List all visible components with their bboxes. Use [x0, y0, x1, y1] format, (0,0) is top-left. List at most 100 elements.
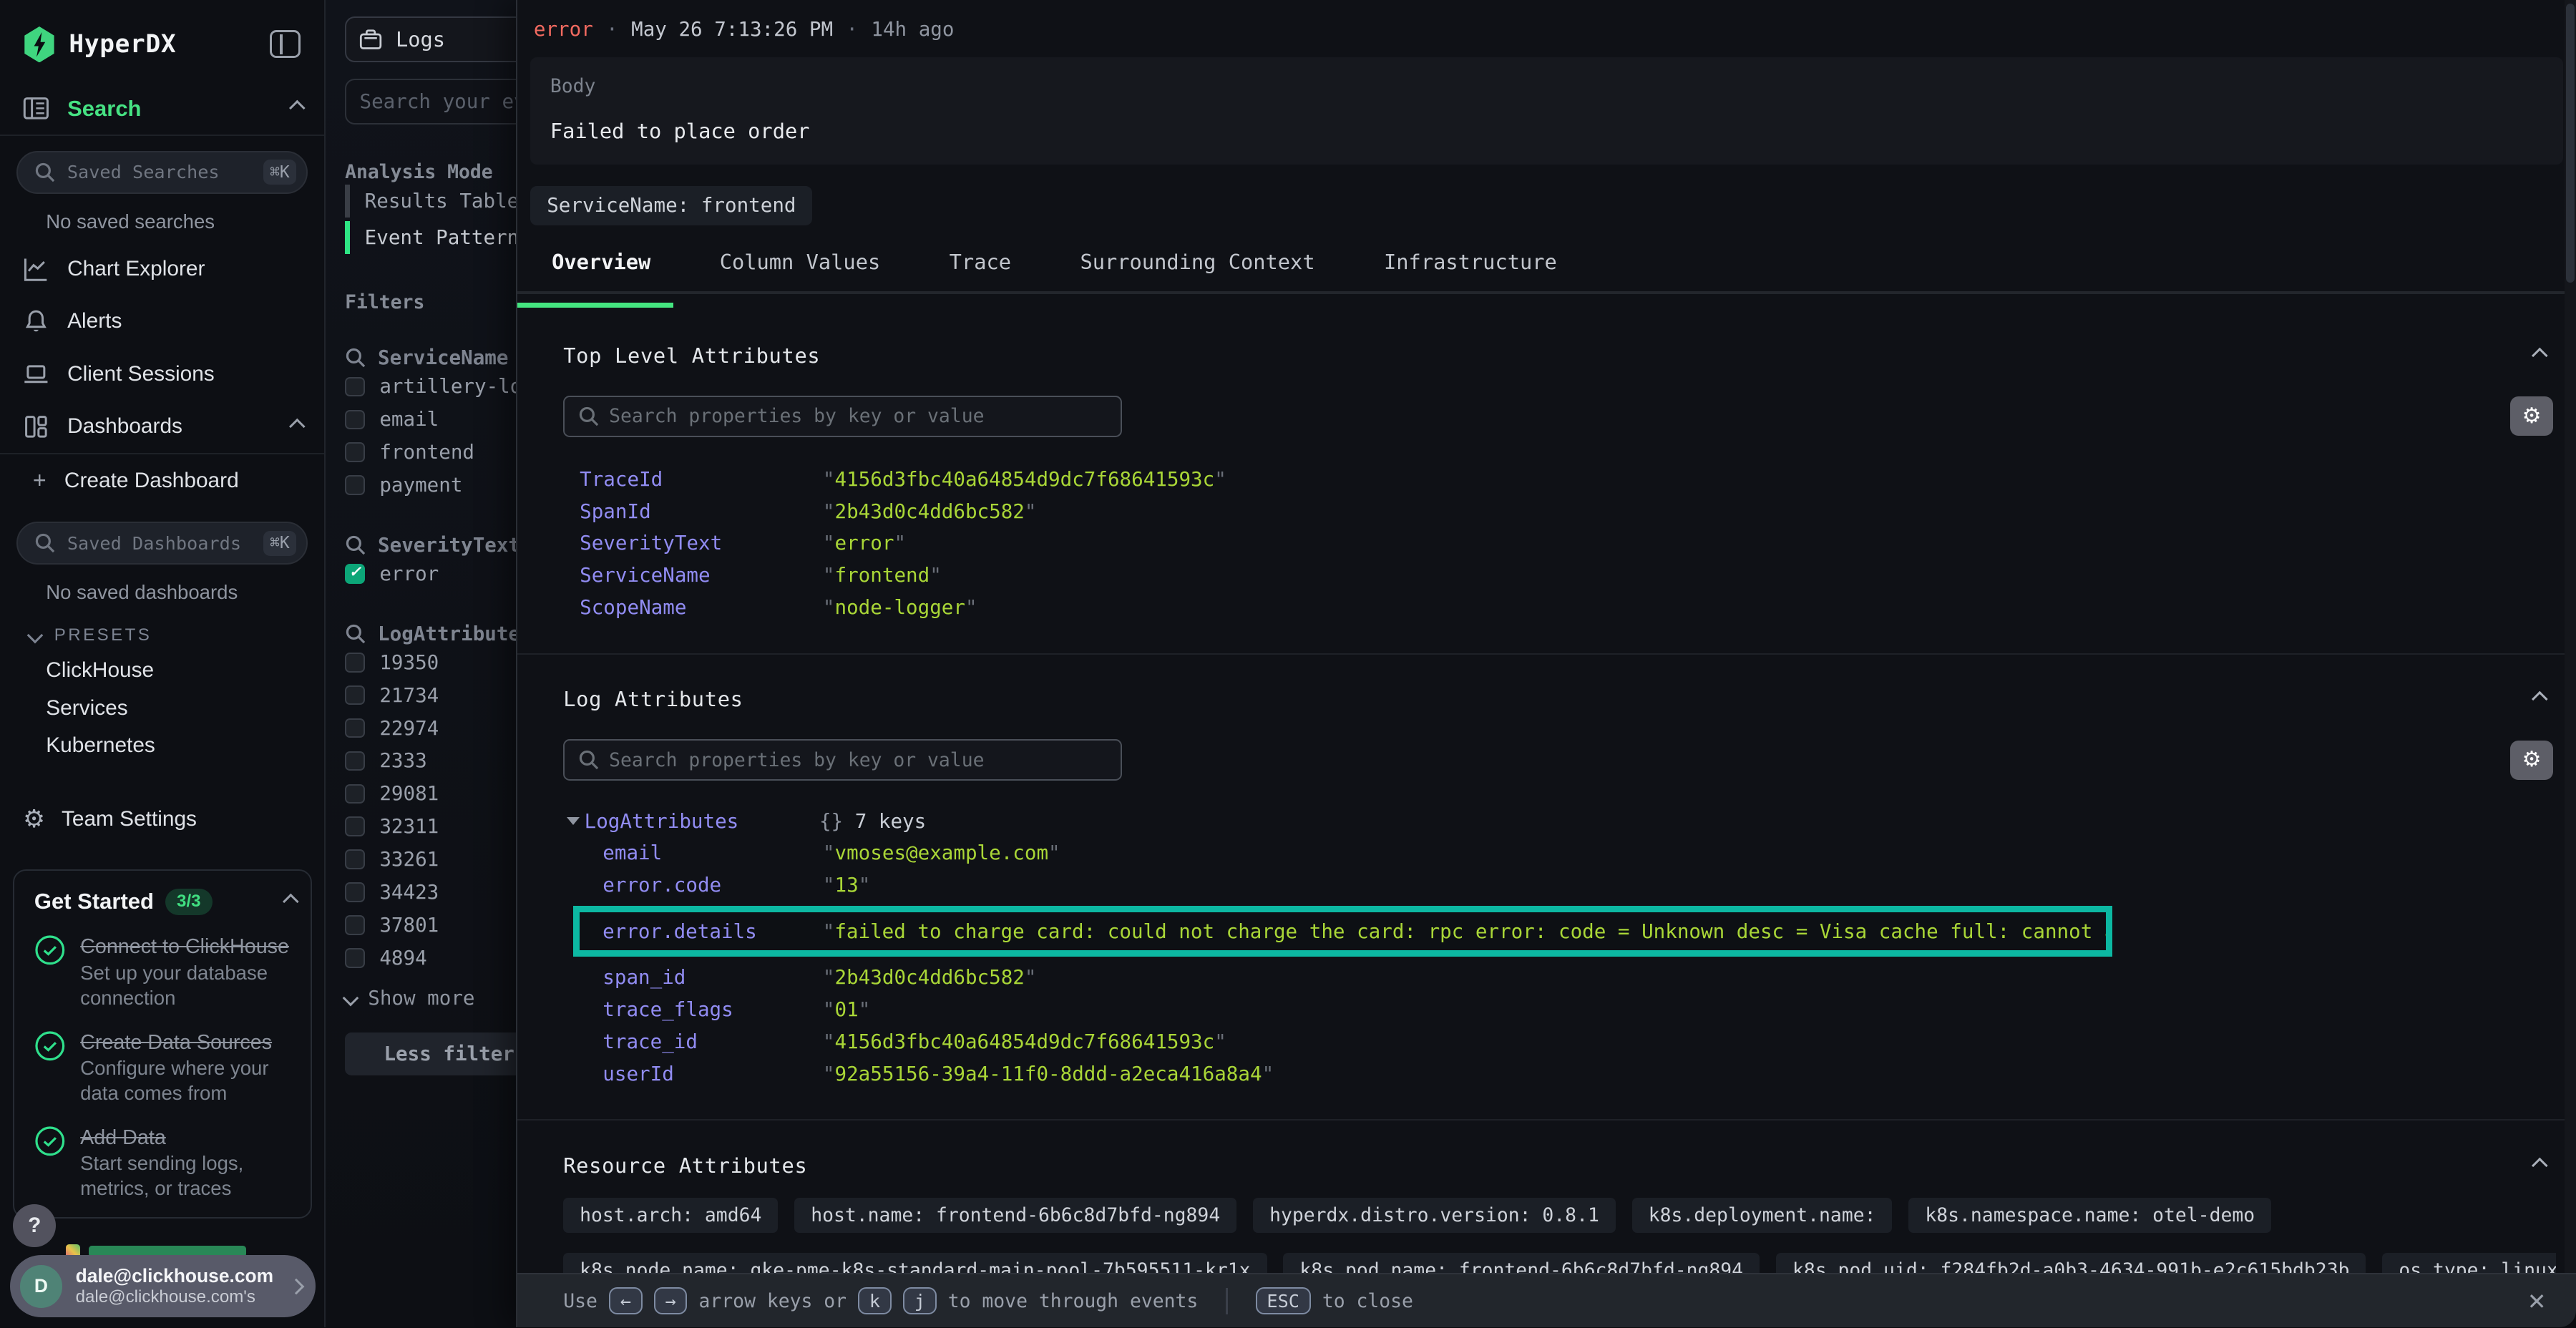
attribute-row[interactable]: TraceId"4156d3fbc40a64854d9dc7f68641593c… — [580, 463, 2556, 495]
attribute-row[interactable]: SpanId"2b43d0c4dd6bc582" — [580, 495, 2556, 527]
filter-option[interactable]: 34423 — [345, 877, 516, 908]
attribute-row[interactable]: email"vmoses@example.com" — [580, 837, 2556, 869]
resource-chip[interactable]: k8s.namespace.name: otel-demo — [1908, 1198, 2271, 1233]
sidebar-item-services[interactable]: Services — [0, 689, 324, 726]
attribute-row[interactable]: span_id"2b43d0c4dd6bc582" — [580, 962, 2556, 994]
filter-option[interactable]: payment — [345, 469, 516, 501]
source-select[interactable]: Logs — [345, 16, 516, 62]
filter-option[interactable]: frontend — [345, 436, 516, 468]
checkbox[interactable] — [345, 475, 365, 495]
tab-trace[interactable]: Trace — [950, 250, 1011, 291]
resource-chip[interactable]: host.arch: amd64 — [563, 1198, 778, 1233]
collapse-sidebar-icon[interactable] — [270, 30, 301, 58]
checkbox[interactable] — [345, 718, 365, 738]
get-started-item[interactable]: Create Data Sources Configure where your… — [34, 1030, 294, 1106]
checkbox[interactable] — [345, 784, 365, 804]
attribute-row[interactable]: trace_id"4156d3fbc40a64854d9dc7f68641593… — [580, 1026, 2556, 1058]
sidebar-item-alerts[interactable]: Alerts — [0, 296, 324, 348]
checkbox[interactable] — [345, 685, 365, 706]
filter-option[interactable]: 21734 — [345, 680, 516, 711]
mode-event-patterns[interactable]: Event Patterns — [345, 219, 516, 255]
sidebar-item-chart-explorer[interactable]: Chart Explorer — [0, 243, 324, 295]
filter-option[interactable]: 22974 — [345, 713, 516, 744]
sidebar-item-dashboards[interactable]: Dashboards — [0, 401, 324, 453]
checkbox[interactable] — [345, 915, 365, 935]
checkbox[interactable] — [345, 442, 365, 462]
filter-option[interactable]: 2333 — [345, 746, 516, 777]
checkbox[interactable] — [345, 751, 365, 771]
chevron-up-icon[interactable] — [283, 894, 299, 910]
attributes-settings-button[interactable]: ⚙ — [2510, 396, 2553, 436]
attribute-row[interactable]: trace_flags"01" — [580, 994, 2556, 1026]
filter-group-logattributes[interactable]: LogAttributes — [345, 622, 516, 645]
event-search-input[interactable] — [359, 90, 515, 113]
filter-option[interactable]: 33261 — [345, 844, 516, 875]
checkbox[interactable] — [345, 882, 365, 902]
checkbox[interactable] — [345, 816, 365, 836]
panel-scrollbar[interactable] — [2565, 0, 2576, 1273]
presets-toggle[interactable]: PRESETS — [0, 614, 324, 652]
user-menu[interactable]: D dale@clickhouse.com dale@clickhouse.co… — [10, 1255, 316, 1317]
filter-option[interactable]: 32311 — [345, 811, 516, 842]
attribute-row[interactable]: SeverityText"error" — [580, 527, 2556, 560]
resource-chip[interactable]: k8s.deployment.name: — [1632, 1198, 1893, 1233]
highlighted-attribute-row[interactable]: error.details"failed to charge card: cou… — [573, 906, 2112, 957]
sidebar-item-team-settings[interactable]: ⚙ Team Settings — [0, 791, 324, 848]
log-attributes-header[interactable]: Log Attributes — [563, 687, 2556, 711]
checkbox[interactable] — [345, 410, 365, 430]
filter-group-severitytext[interactable]: SeverityText — [345, 534, 516, 557]
get-started-item[interactable]: Add Data Start sending logs, metrics, or… — [34, 1126, 294, 1201]
sidebar-item-clickhouse[interactable]: ClickHouse — [0, 652, 324, 689]
filter-option[interactable]: 29081 — [345, 778, 516, 809]
scrollbar-thumb[interactable] — [2566, 4, 2574, 283]
resource-attributes-header[interactable]: Resource Attributes — [563, 1153, 2556, 1178]
mode-results-table[interactable]: Results Table — [345, 183, 516, 220]
checkbox[interactable] — [345, 377, 365, 397]
chevron-up-icon[interactable] — [2532, 691, 2548, 708]
resource-chip[interactable]: host.name: frontend-6b6c8d7bfd-ng894 — [794, 1198, 1236, 1233]
saved-dashboards-input[interactable]: Saved Dashboards ⌘K — [16, 522, 308, 565]
attribute-key: error.code — [580, 874, 823, 897]
create-dashboard-button[interactable]: + Create Dashboard — [0, 454, 324, 507]
filter-option[interactable]: email — [345, 404, 516, 436]
get-started-item[interactable]: Connect to ClickHouse Set up your databa… — [34, 934, 294, 1010]
log-attributes-search-box[interactable] — [563, 739, 1122, 780]
attribute-row[interactable]: error.code"13" — [580, 869, 2556, 902]
sidebar-item-search[interactable]: Search — [0, 82, 324, 135]
checkbox[interactable] — [345, 948, 365, 968]
close-icon[interactable]: ✕ — [2527, 1288, 2547, 1315]
sidebar-item-client-sessions[interactable]: Client Sessions — [0, 348, 324, 400]
top-attributes-search-input[interactable] — [609, 405, 1107, 427]
help-button[interactable]: ? — [13, 1204, 56, 1247]
attribute-row[interactable]: ScopeName"node-logger" — [580, 591, 2556, 623]
event-search-box[interactable] — [345, 79, 516, 125]
sidebar-item-kubernetes[interactable]: Kubernetes — [0, 727, 324, 764]
top-attributes-search-box[interactable] — [563, 396, 1122, 436]
log-attributes-search-input[interactable] — [609, 749, 1107, 771]
chevron-up-icon[interactable] — [2532, 348, 2548, 364]
log-attributes-root[interactable]: LogAttributes {} 7 keys — [563, 805, 2556, 837]
filter-option-error[interactable]: error — [345, 558, 516, 590]
attribute-row[interactable]: userId"92a55156-39a4-11f0-8ddd-a2eca416a… — [580, 1058, 2556, 1090]
show-more-button[interactable]: Show more — [345, 987, 516, 1010]
checkbox[interactable] — [345, 653, 365, 673]
less-filters-button[interactable]: Less filters — [345, 1032, 516, 1075]
filter-group-servicename[interactable]: ServiceName — [345, 346, 516, 369]
chevron-up-icon[interactable] — [2532, 1158, 2548, 1174]
tab-infrastructure[interactable]: Infrastructure — [1384, 250, 1557, 291]
tab-column-values[interactable]: Column Values — [720, 250, 881, 291]
top-level-attributes-header[interactable]: Top Level Attributes — [563, 343, 2556, 368]
resource-chip[interactable]: hyperdx.distro.version: 0.8.1 — [1253, 1198, 1616, 1233]
tab-surrounding-context[interactable]: Surrounding Context — [1080, 250, 1314, 291]
checkbox-checked[interactable] — [345, 564, 365, 584]
saved-searches-input[interactable]: Saved Searches ⌘K — [16, 151, 308, 194]
filter-option[interactable]: artillery-loa — [345, 371, 516, 403]
attribute-row[interactable]: ServiceName"frontend" — [580, 560, 2556, 592]
service-name-chip[interactable]: ServiceName: frontend — [530, 186, 812, 225]
filter-option[interactable]: 19350 — [345, 647, 516, 678]
checkbox[interactable] — [345, 849, 365, 869]
filter-option[interactable]: 37801 — [345, 909, 516, 941]
tab-overview[interactable]: Overview — [552, 250, 650, 291]
filter-option[interactable]: 4894 — [345, 942, 516, 974]
attributes-settings-button[interactable]: ⚙ — [2510, 741, 2553, 780]
